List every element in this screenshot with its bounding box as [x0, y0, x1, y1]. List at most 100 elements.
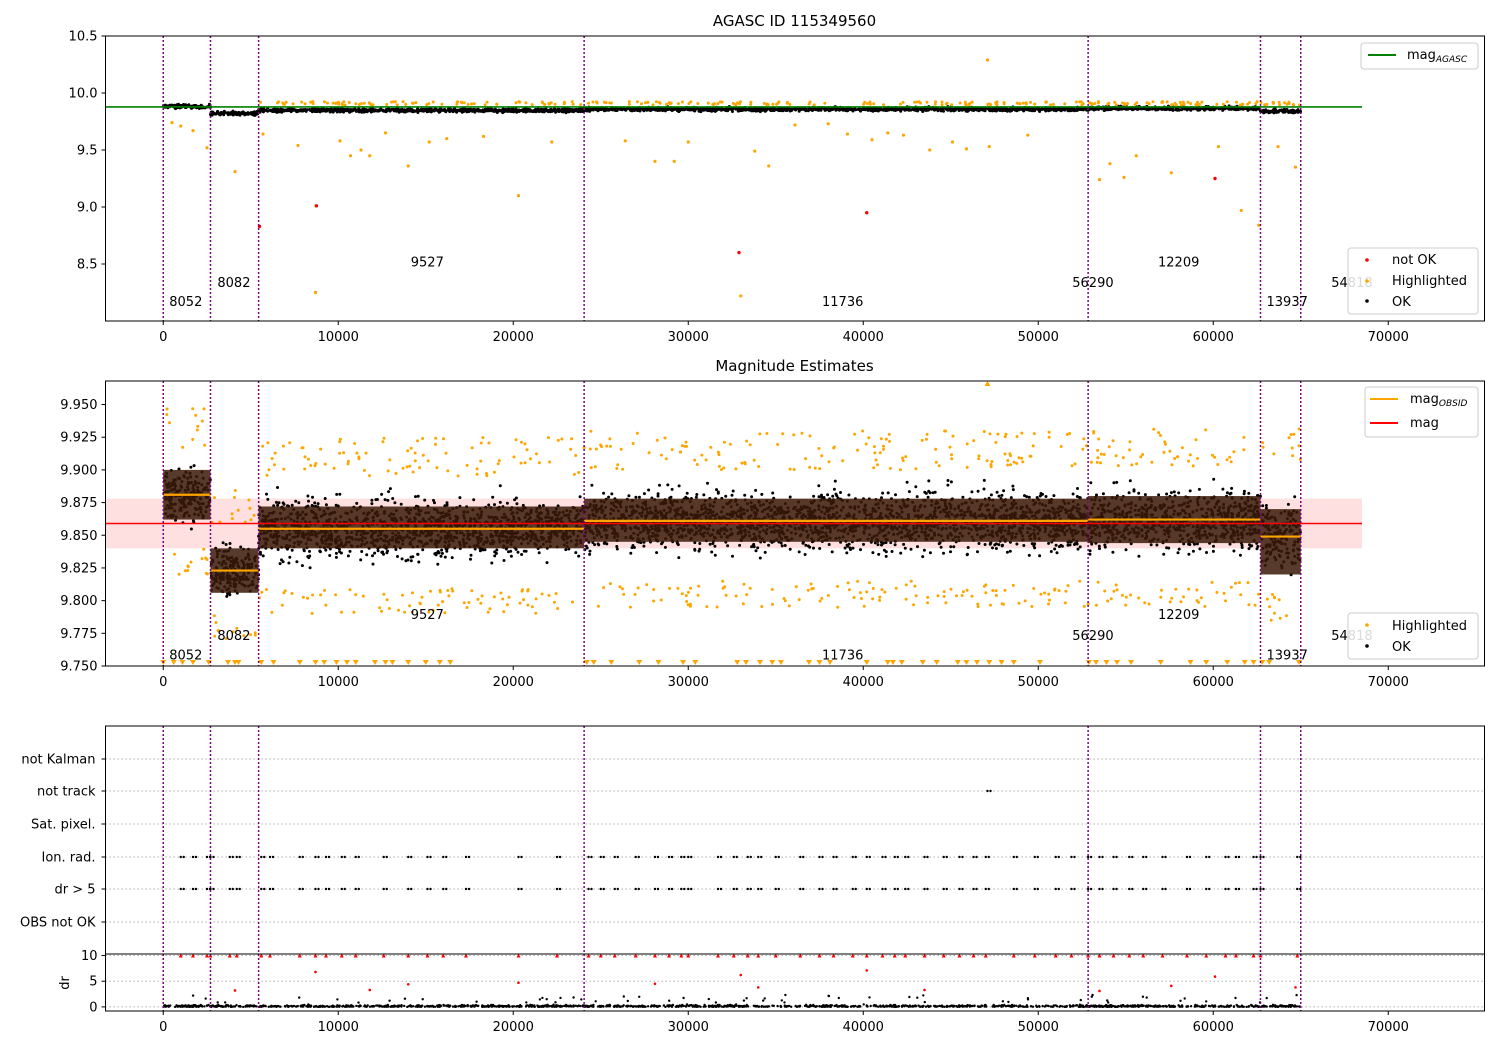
data-point-highlighted: [282, 102, 286, 106]
data-point-ok: [294, 108, 297, 112]
data-point-ok: [427, 108, 431, 112]
data-point-ok: [525, 107, 529, 111]
obsid-label: 12209: [1158, 255, 1199, 270]
data-point-highlighted: [823, 101, 827, 105]
data-point-ok: [731, 107, 735, 111]
data-point-ok: [850, 108, 854, 112]
data-point-ok: [576, 110, 580, 114]
data-point-not-ok: [737, 250, 741, 255]
data-point-ok: [1295, 109, 1299, 113]
data-point-highlighted: [395, 103, 399, 107]
data-point-ok: [308, 108, 311, 111]
data-point-ok: [402, 108, 406, 112]
legend-upper: magAGASC: [1360, 42, 1479, 70]
data-point-highlighted: [425, 103, 429, 107]
data-point-ok: [276, 548, 280, 551]
data-point-ok: [281, 560, 285, 564]
data-point-ok: [334, 551, 338, 555]
data-point-ok: [754, 109, 758, 113]
data-point-ok: [434, 108, 438, 112]
data-point-highlighted: [845, 132, 850, 136]
data-point-highlighted: [1293, 165, 1298, 169]
data-point-ok: [411, 555, 415, 559]
data-point-highlighted: [261, 132, 265, 136]
data-point-highlighted: [964, 147, 969, 151]
data-point-highlighted: [1029, 100, 1032, 104]
data-point-highlighted: [623, 139, 627, 143]
data-point-ok: [1040, 107, 1044, 111]
data-point-ok: [469, 557, 472, 561]
data-point-ok: [331, 109, 335, 113]
data-point-ok: [925, 108, 929, 112]
data-point-ok: [493, 554, 497, 558]
data-point-ok: [982, 478, 986, 482]
panel-agasc-mag: AGASC ID 115349560 0 10000 20000 30000 40000…: [69, 12, 1485, 345]
data-point-highlighted: [711, 102, 715, 106]
data-point-ok: [416, 494, 420, 498]
data-point-ok: [611, 107, 615, 111]
data-point-ok: [550, 109, 554, 113]
data-point-ok: [669, 107, 673, 111]
data-point-highlighted: [1292, 103, 1295, 107]
data-point-ok: [421, 548, 425, 552]
data-point-highlighted: [919, 101, 922, 105]
data-point-ok: [537, 551, 541, 555]
data-point-ok: [566, 109, 570, 112]
data-point-ok: [1251, 107, 1255, 111]
data-point-highlighted: [868, 100, 872, 104]
data-point-highlighted: [793, 123, 797, 127]
data-point-highlighted: [788, 102, 792, 106]
data-point-highlighted: [654, 100, 658, 104]
data-point-highlighted: [1196, 100, 1199, 104]
data-point-ok: [376, 549, 380, 553]
data-point-highlighted: [635, 100, 639, 104]
data-point-ok: [374, 498, 378, 502]
y-tick-label: 10.0: [69, 87, 98, 102]
data-point-ok: [302, 549, 306, 553]
data-point-ok: [355, 109, 359, 113]
data-point-ok: [521, 503, 525, 507]
data-point-ok: [400, 557, 404, 561]
data-point-highlighted: [1147, 102, 1151, 106]
data-point-ok: [915, 495, 919, 499]
data-point-ok: [497, 108, 501, 112]
data-point-highlighted: [368, 154, 372, 158]
data-point-ok: [777, 108, 781, 112]
data-point-highlighted: [1173, 101, 1177, 105]
data-point-highlighted: [414, 101, 418, 105]
data-point-ok: [240, 111, 244, 115]
data-point-highlighted: [472, 102, 476, 106]
data-point-ok: [559, 109, 562, 112]
axes-frame: [105, 35, 1485, 322]
data-point-ok: [902, 107, 906, 111]
data-point-ok: [271, 108, 275, 112]
data-point-highlighted: [901, 133, 906, 137]
data-point-ok: [383, 110, 387, 113]
data-point-ok: [211, 110, 215, 114]
data-point-highlighted: [720, 100, 724, 104]
data-point-highlighted: [1200, 100, 1204, 104]
data-point-highlighted: [1002, 102, 1006, 106]
data-point-ok: [1103, 108, 1107, 112]
data-point-highlighted: [862, 102, 866, 106]
data-point-ok: [234, 112, 238, 115]
data-point-ok: [689, 108, 693, 112]
data-point-ok: [472, 498, 476, 502]
data-point-ok: [490, 561, 494, 565]
data-point-ok: [324, 503, 328, 507]
data-point-ok: [966, 107, 969, 111]
data-point-ok: [768, 108, 772, 112]
data-point-ok: [812, 546, 815, 550]
data-point-ok: [1185, 108, 1189, 112]
data-point-highlighted: [1024, 102, 1028, 106]
data-point-ok: [314, 110, 318, 114]
data-point-highlighted: [609, 101, 613, 105]
data-point-ok: [447, 108, 451, 111]
data-point-ok: [328, 110, 332, 114]
data-point-highlighted: [1123, 103, 1127, 107]
data-point-ok: [458, 108, 462, 112]
data-point-highlighted: [427, 140, 431, 144]
data-point-highlighted: [431, 100, 435, 104]
data-point-ok: [1189, 107, 1193, 111]
data-point-ok: [308, 549, 311, 553]
